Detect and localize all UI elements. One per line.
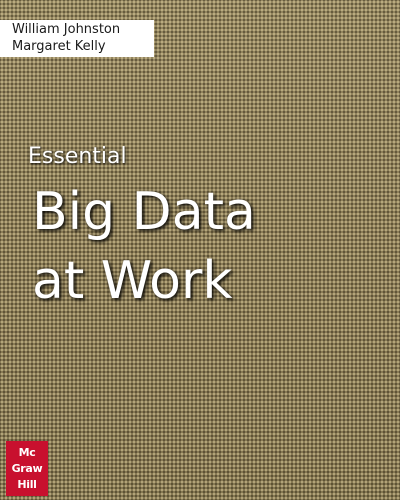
publisher-logo-word: Mc (18, 446, 36, 459)
publisher-logo: Mc Graw Hill (6, 441, 48, 496)
publisher-logo-word: Hill (17, 478, 37, 491)
publisher-logo-word: Graw (11, 462, 43, 475)
book-cover: William Johnston Margaret Kelly Essentia… (0, 0, 400, 500)
author-name: Margaret Kelly (12, 39, 106, 54)
book-title-line: at Work (32, 251, 233, 311)
author-box: William Johnston Margaret Kelly (0, 20, 154, 57)
author-name: William Johnston (12, 22, 121, 37)
book-subtitle: Essential (28, 144, 127, 169)
book-title-line: Big Data (32, 182, 256, 242)
